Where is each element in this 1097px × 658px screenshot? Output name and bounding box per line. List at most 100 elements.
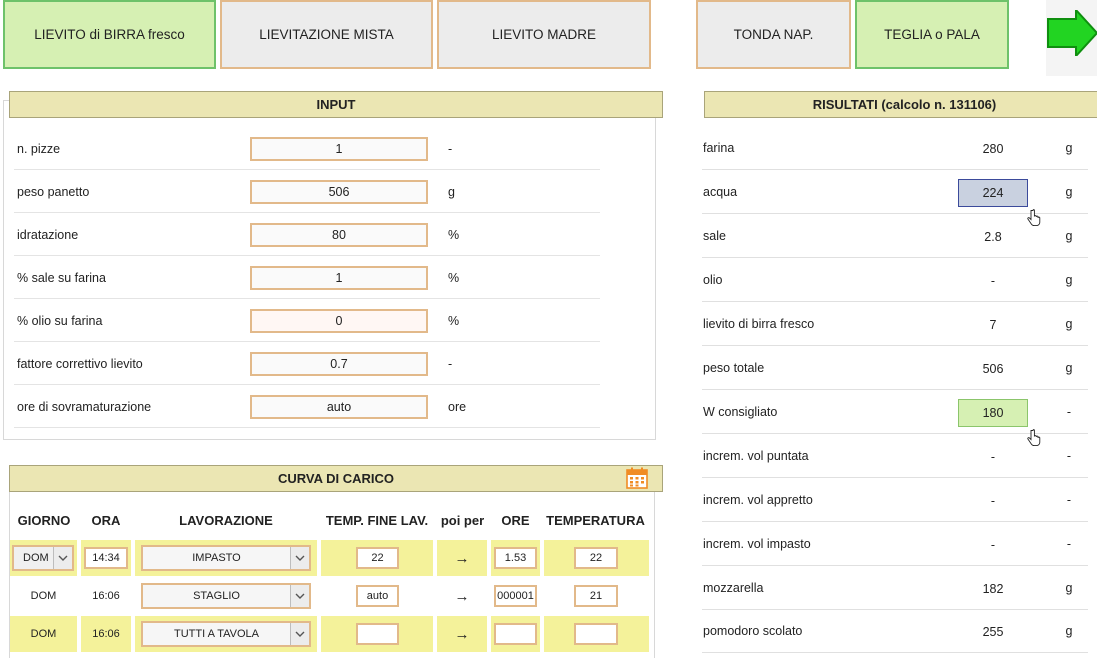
result-unit: g bbox=[1065, 361, 1073, 375]
arrow-right-icon: → bbox=[454, 625, 470, 643]
result-row-lievito: lievito di birra fresco 7 g bbox=[702, 302, 1088, 346]
acqua-value[interactable]: 224 bbox=[958, 179, 1028, 207]
results-panel-title: RISULTATI (calcolo n. 131106) bbox=[704, 91, 1097, 118]
giorno-value: DOM bbox=[23, 552, 49, 564]
calendar-icon[interactable] bbox=[626, 467, 648, 489]
input-row-sale: % sale su farina 1 % bbox=[14, 256, 600, 299]
lavorazione-select[interactable]: IMPASTO bbox=[141, 545, 311, 571]
lavorazione-select[interactable]: TUTTI A TAVOLA bbox=[141, 621, 311, 647]
tab-lievito-birra[interactable]: LIEVITO di BIRRA fresco bbox=[3, 0, 216, 69]
temperatura-field[interactable] bbox=[574, 623, 618, 645]
result-label: increm. vol impasto bbox=[703, 537, 811, 551]
tab-tonda-nap[interactable]: TONDA NAP. bbox=[696, 0, 851, 69]
ora-field[interactable]: 14:34 bbox=[84, 547, 128, 569]
result-unit: g bbox=[1065, 273, 1073, 287]
next-arrow-button[interactable] bbox=[1046, 0, 1097, 76]
col-header-giorno: GIORNO bbox=[17, 512, 71, 528]
result-label: W consigliato bbox=[703, 405, 778, 419]
result-label: olio bbox=[703, 273, 723, 287]
result-value: 255 bbox=[982, 625, 1004, 639]
temperatura-field[interactable]: 21 bbox=[574, 585, 618, 607]
result-unit: - bbox=[1066, 493, 1072, 507]
result-value: - bbox=[990, 274, 996, 288]
col-header-temp-fine: TEMP. FINE LAV. bbox=[325, 512, 429, 528]
result-value: 182 bbox=[982, 582, 1004, 596]
result-value: - bbox=[990, 450, 996, 464]
input-row-olio: % olio su farina 0 % bbox=[14, 299, 600, 342]
giorno-select[interactable]: DOM bbox=[12, 545, 74, 571]
input-row-peso-panetto: peso panetto 506 g bbox=[14, 170, 600, 213]
temp-fine-field[interactable] bbox=[356, 623, 399, 645]
result-row-farina: farina 280 g bbox=[702, 126, 1088, 170]
input-label: % olio su farina bbox=[17, 313, 103, 328]
ora-value: 16:06 bbox=[92, 590, 120, 602]
chevron-down-icon bbox=[290, 547, 309, 569]
col-header-poi-per: poi per bbox=[440, 512, 485, 528]
col-header-temperatura: TEMPERATURA bbox=[546, 512, 645, 528]
temperatura-field[interactable]: 22 bbox=[574, 547, 618, 569]
hand-pointer-icon bbox=[1027, 429, 1041, 447]
result-value: - bbox=[990, 494, 996, 508]
result-unit: g bbox=[1065, 229, 1073, 243]
input-label: fattore correttivo lievito bbox=[17, 356, 143, 371]
result-row-olio: olio - g bbox=[702, 258, 1088, 302]
hand-pointer-icon bbox=[1027, 209, 1041, 227]
lavorazione-value: IMPASTO bbox=[192, 552, 241, 564]
input-unit: - bbox=[448, 141, 453, 156]
arrow-right-icon: → bbox=[454, 587, 470, 605]
temp-fine-field[interactable]: auto bbox=[356, 585, 399, 607]
lavorazione-select[interactable]: STAGLIO bbox=[141, 583, 311, 609]
idratazione-field[interactable]: 80 bbox=[250, 223, 428, 247]
input-label: n. pizze bbox=[17, 141, 61, 156]
input-row-sovramaturazione: ore di sovramaturazione auto ore bbox=[14, 385, 600, 428]
temp-fine-field[interactable]: 22 bbox=[356, 547, 399, 569]
result-label: pomodoro scolato bbox=[703, 624, 803, 638]
fattore-field[interactable]: 0.7 bbox=[250, 352, 428, 376]
tab-teglia-pala[interactable]: TEGLIA o PALA bbox=[855, 0, 1009, 69]
result-label: increm. vol puntata bbox=[703, 449, 809, 463]
result-value: 280 bbox=[982, 142, 1004, 156]
result-value: 506 bbox=[982, 362, 1004, 376]
result-row-vol-impasto: increm. vol impasto - - bbox=[702, 522, 1088, 566]
result-label: acqua bbox=[703, 185, 738, 199]
chevron-down-icon bbox=[290, 623, 309, 645]
ore-field[interactable]: 1.53 bbox=[494, 547, 537, 569]
chevron-down-icon bbox=[290, 585, 309, 607]
result-unit: - bbox=[1066, 449, 1072, 463]
result-row-peso-totale: peso totale 506 g bbox=[702, 346, 1088, 390]
ora-value: 16:06 bbox=[92, 628, 120, 640]
result-row-mozzarella: mozzarella 182 g bbox=[702, 566, 1088, 610]
result-unit: g bbox=[1065, 141, 1073, 155]
n-pizze-field[interactable]: 1 bbox=[250, 137, 428, 161]
input-unit: g bbox=[448, 184, 455, 199]
input-row-fattore: fattore correttivo lievito 0.7 - bbox=[14, 342, 600, 385]
tab-lievito-madre[interactable]: LIEVITO MADRE bbox=[437, 0, 651, 69]
input-label: idratazione bbox=[17, 227, 79, 242]
col-header-ora: ORA bbox=[91, 512, 121, 528]
result-label: mozzarella bbox=[703, 581, 764, 595]
sovramaturazione-field[interactable]: auto bbox=[250, 395, 428, 419]
result-value: - bbox=[990, 538, 996, 552]
result-label: farina bbox=[703, 141, 735, 155]
olio-field[interactable]: 0 bbox=[250, 309, 428, 333]
input-unit: % bbox=[448, 227, 460, 242]
arrow-right-icon bbox=[1047, 10, 1097, 56]
result-unit: - bbox=[1066, 405, 1072, 419]
ore-field[interactable]: 000001 bbox=[494, 585, 537, 607]
peso-panetto-field[interactable]: 506 bbox=[250, 180, 428, 204]
input-label: peso panetto bbox=[17, 184, 90, 199]
input-unit: ore bbox=[448, 399, 467, 414]
ore-field[interactable] bbox=[494, 623, 537, 645]
curve-panel-title: CURVA DI CARICO bbox=[9, 465, 663, 492]
tab-lievitazione-mista[interactable]: LIEVITAZIONE MISTA bbox=[220, 0, 433, 69]
result-unit: g bbox=[1065, 317, 1073, 331]
col-header-lavorazione: LAVORAZIONE bbox=[179, 512, 273, 528]
result-row-acqua: acqua 224 g bbox=[702, 170, 1088, 214]
result-label: increm. vol appretto bbox=[703, 493, 813, 507]
w-consigliato-value[interactable]: 180 bbox=[958, 399, 1028, 427]
result-value: 2.8 bbox=[984, 230, 1002, 244]
result-value: 7 bbox=[989, 318, 997, 332]
sale-field[interactable]: 1 bbox=[250, 266, 428, 290]
tab-bar: LIEVITO di BIRRA fresco LIEVITAZIONE MIS… bbox=[0, 0, 1097, 76]
col-header-ore: ORE bbox=[501, 512, 530, 528]
